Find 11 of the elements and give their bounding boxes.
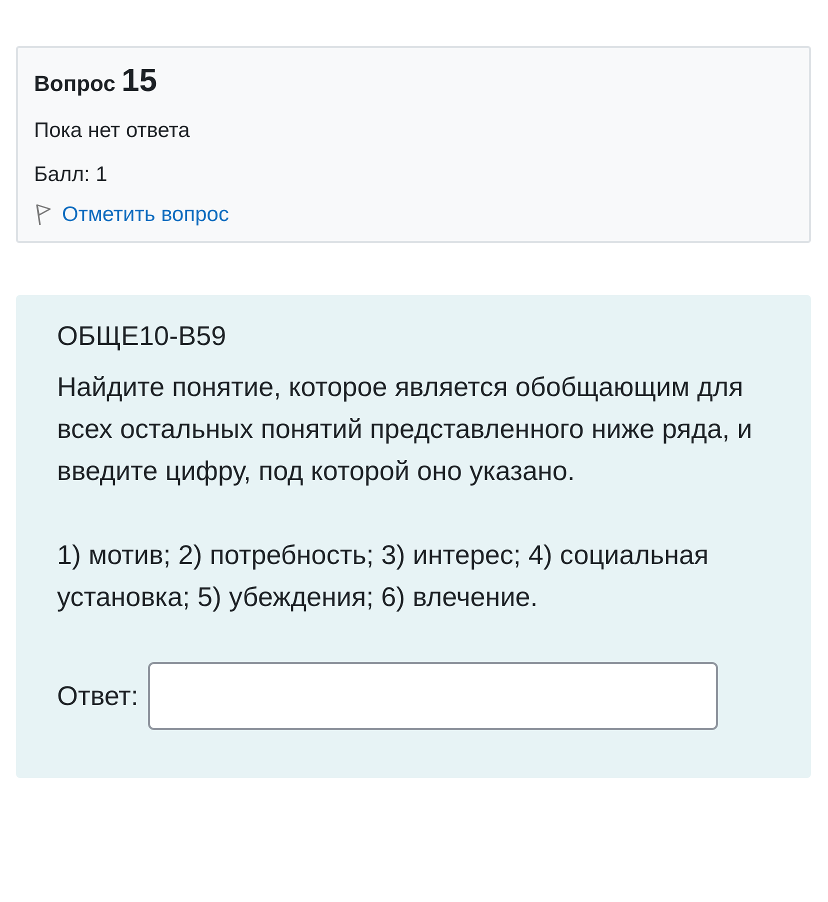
flag-icon[interactable]: [34, 203, 52, 227]
answer-field[interactable]: [148, 662, 718, 730]
question-code: ОБЩЕ10-B59: [57, 321, 228, 352]
question-text: Найдите понятие, которое является обобщающим для всех остальных понятий представленного ниже ряда, и введите цифру, под которой оно указано.: [57, 371, 754, 488]
grade-text: Балл: 1: [34, 163, 108, 187]
answer-status: Пока нет ответа: [34, 119, 191, 143]
answer-options: 1) мотив; 2) потребность; 3) интерес; 4) социальная установка; 5) убеждения; 6) влечение.: [57, 534, 771, 618]
answer-label: Ответ:: [57, 680, 138, 712]
flag-question-link[interactable]: Отметить вопрос: [62, 203, 229, 227]
question-number: 15: [121, 62, 158, 99]
question-label: Вопрос: [34, 71, 116, 97]
